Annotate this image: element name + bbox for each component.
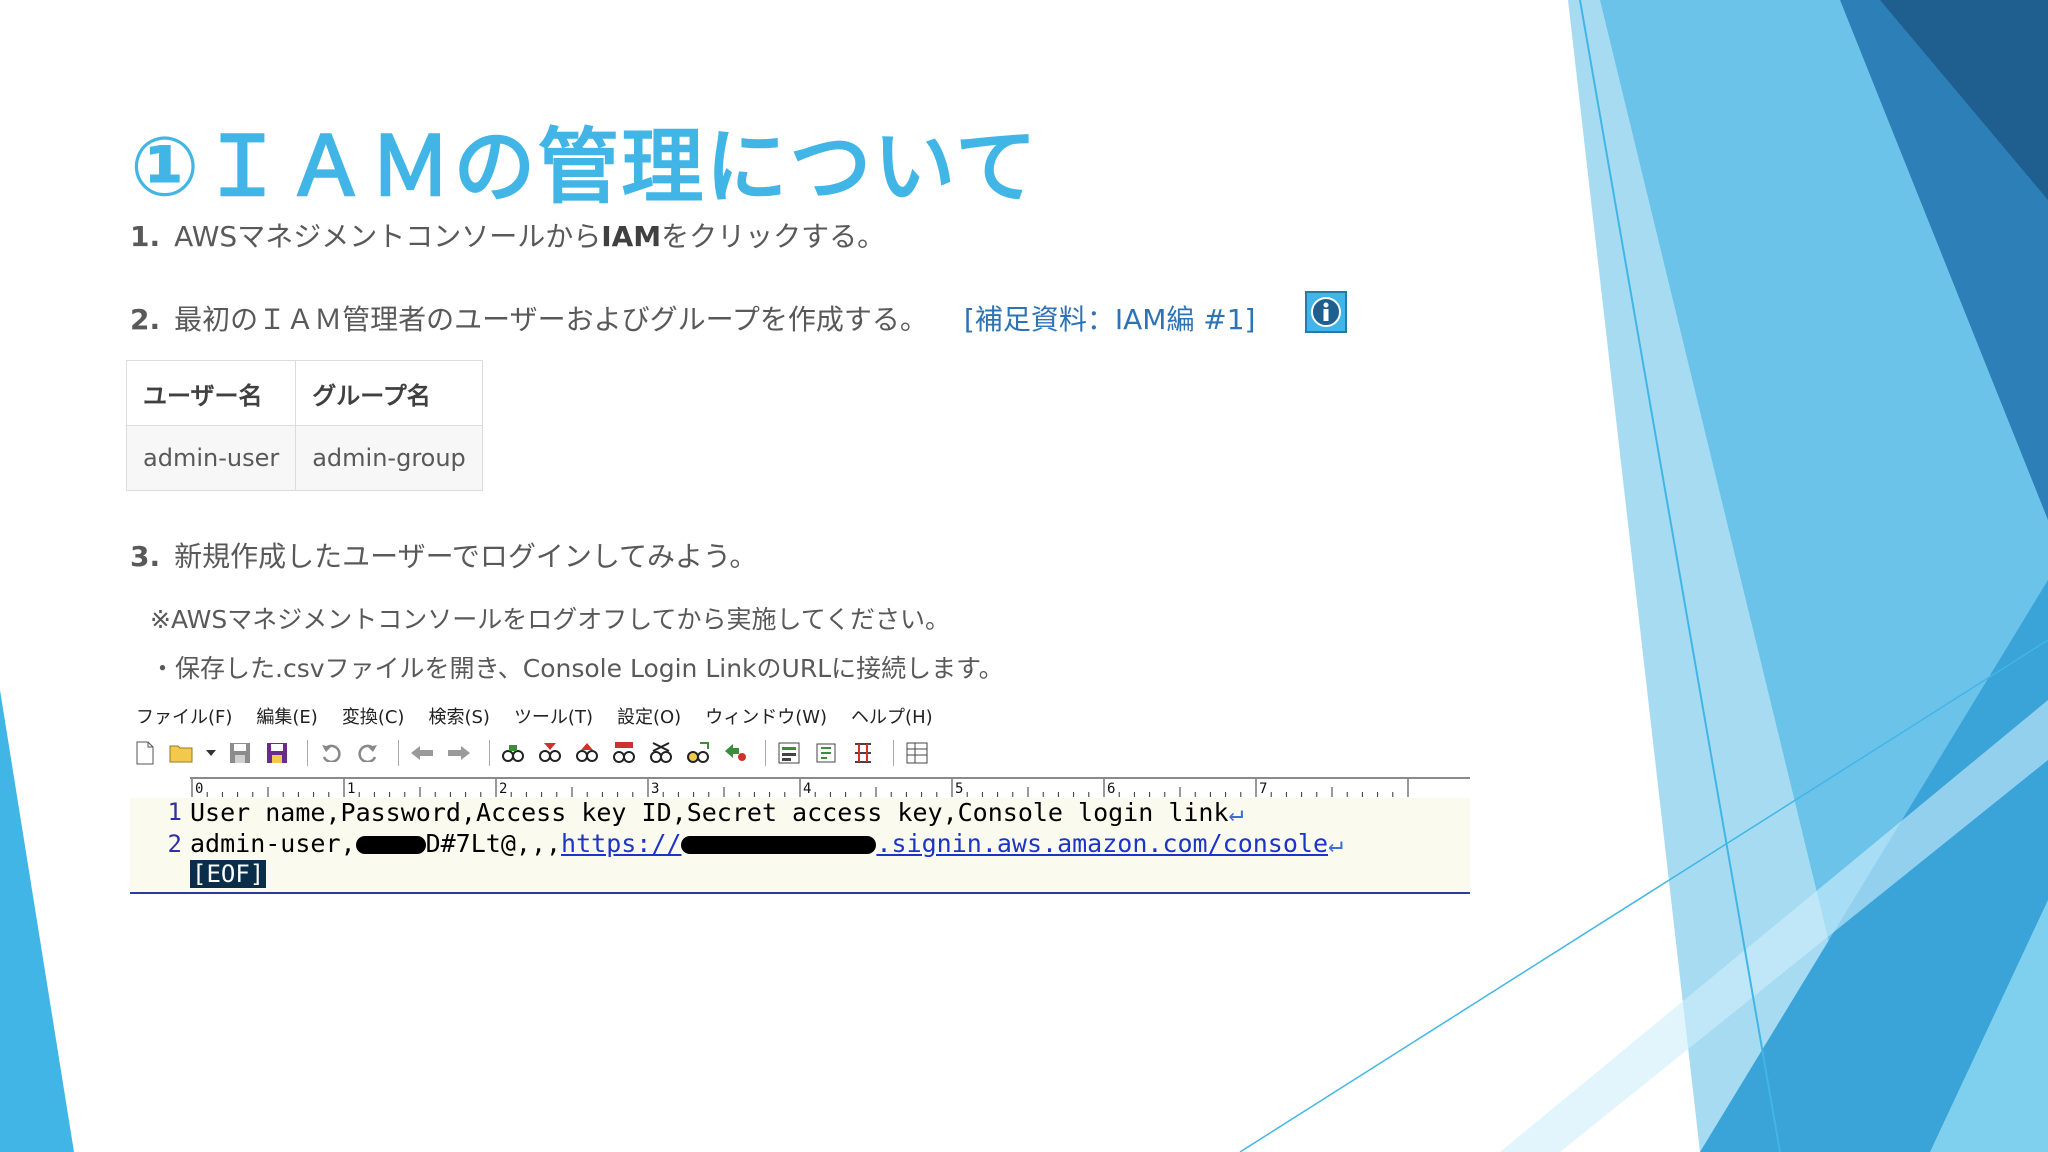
header-username: ユーザー名	[125, 360, 297, 426]
step-3: 3. 新規作成したユーザーでログインしてみよう。	[130, 535, 757, 575]
step-1-number: 1.	[130, 220, 161, 253]
slide-title: ①ＩＡＭの管理について	[130, 120, 1039, 215]
ruler-label: 0	[195, 781, 203, 797]
newline-mark: ↵	[1228, 798, 1244, 827]
ruler-label: 4	[803, 781, 811, 797]
step-2-number: 2.	[130, 303, 161, 336]
csv-password-partial: D#7Lt@	[425, 829, 516, 858]
redaction-mark	[355, 836, 426, 854]
undo-icon[interactable]	[316, 738, 346, 768]
editor-line: User name,Password,Access key ID,Secret …	[190, 798, 1244, 828]
chevron-down-icon[interactable]	[204, 738, 218, 768]
console-login-link[interactable]: https:// .signin.aws.amazon.com/console	[561, 829, 1328, 858]
back-icon[interactable]	[407, 738, 437, 768]
csv-separators: ,,,	[515, 829, 562, 858]
table-row: admin-user admin-group	[125, 425, 483, 491]
column-ruler: 0 1 2 3 4 5 6 7	[190, 777, 1470, 799]
menu-convert[interactable]: 変換(C)	[342, 703, 405, 729]
user-group-table: ユーザー名 グループ名 admin-user admin-group	[125, 360, 483, 491]
csv-header-text: User name,Password,Access key ID,Secret …	[190, 798, 1229, 827]
step-2: 2. 最初のＩＡＭ管理者のユーザーおよびグループを作成する。 [補足資料：IAM編 …	[130, 298, 1256, 338]
save-all-icon[interactable]	[262, 738, 292, 768]
menu-file[interactable]: ファイル(F)	[136, 703, 232, 729]
outline-icon[interactable]	[720, 738, 750, 768]
settings-icon[interactable]	[811, 738, 841, 768]
ruler-label: 5	[955, 781, 963, 797]
info-icon	[1311, 297, 1341, 327]
ruler-label: 6	[1107, 781, 1115, 797]
ruler-label: 1	[347, 781, 355, 797]
search-icon[interactable]	[498, 738, 528, 768]
search-prev-icon[interactable]	[572, 738, 602, 768]
view-icon[interactable]	[902, 738, 932, 768]
reference-link[interactable]: [補足資料：IAM編 #1]	[964, 303, 1256, 336]
open-folder-icon[interactable]	[167, 738, 197, 768]
step-3-text: 新規作成したユーザーでログインしてみよう。	[174, 540, 758, 573]
text-editor: ファイル(F) 編集(E) 変換(C) 検索(S) ツール(T) 設定(O) ウ…	[130, 700, 1470, 900]
menu-tools[interactable]: ツール(T)	[514, 703, 593, 729]
step-1: 1. AWSマネジメントコンソールからIAMをクリックする。	[130, 215, 885, 255]
save-icon[interactable]	[225, 738, 255, 768]
ruler-label: 3	[651, 781, 659, 797]
menu-settings[interactable]: 設定(O)	[617, 703, 681, 729]
csv-username: admin-user,	[190, 829, 356, 858]
menu-search[interactable]: 検索(S)	[428, 703, 489, 729]
newline-mark: ↵	[1328, 829, 1344, 858]
line-number: 1	[167, 798, 182, 826]
tag-jump-icon[interactable]	[683, 738, 713, 768]
menu-window[interactable]: ウィンドウ(W)	[705, 703, 827, 729]
grep-icon[interactable]	[646, 738, 676, 768]
note-csv: ・保存した.csvファイルを開き、Console Login LinkのURLに…	[150, 654, 1004, 683]
editor-toolbar	[130, 734, 1470, 772]
line-number-gutter: 1 2	[130, 798, 188, 892]
menu-help[interactable]: ヘルプ(H)	[851, 703, 933, 729]
new-file-icon[interactable]	[130, 738, 160, 768]
compare-icon[interactable]	[774, 738, 804, 768]
note-logoff: ※AWSマネジメントコンソールをログオフしてから実施してください。	[150, 605, 951, 634]
line-number: 2	[167, 830, 182, 858]
url-start: https://	[561, 829, 682, 858]
step-2-text: 最初のＩＡＭ管理者のユーザーおよびグループを作成する。	[174, 303, 928, 336]
editor-line: admin-user, D#7Lt@,,,https:// .signin.aws.…	[190, 829, 1343, 859]
step-1-text-before: AWSマネジメントコンソールから	[174, 220, 602, 253]
editor-text-area[interactable]: 1 2 User name,Password,Access key ID,Sec…	[130, 798, 1470, 894]
editor-menubar: ファイル(F) 編集(E) 変換(C) 検索(S) ツール(T) 設定(O) ウ…	[130, 700, 1470, 732]
cell-username: admin-user	[125, 425, 297, 491]
header-groupname: グループ名	[295, 360, 483, 426]
forward-icon[interactable]	[444, 738, 474, 768]
macro-icon[interactable]	[848, 738, 878, 768]
step-1-text-after: をクリックする。	[661, 220, 886, 253]
redo-icon[interactable]	[353, 738, 383, 768]
redaction-mark	[681, 836, 877, 854]
step-1-iam-bold: IAM	[601, 220, 662, 253]
eof-marker: [EOF]	[190, 860, 267, 888]
menu-edit[interactable]: 編集(E)	[256, 703, 317, 729]
ruler-label: 2	[499, 781, 507, 797]
cell-groupname: admin-group	[295, 425, 483, 491]
ruler-label: 7	[1259, 781, 1267, 797]
url-end: .signin.aws.amazon.com/console	[876, 829, 1329, 858]
step-3-number: 3.	[130, 540, 161, 573]
info-button[interactable]	[1305, 291, 1347, 333]
table-header-row: ユーザー名 グループ名	[125, 360, 483, 426]
search-next-icon[interactable]	[535, 738, 565, 768]
replace-icon[interactable]	[609, 738, 639, 768]
